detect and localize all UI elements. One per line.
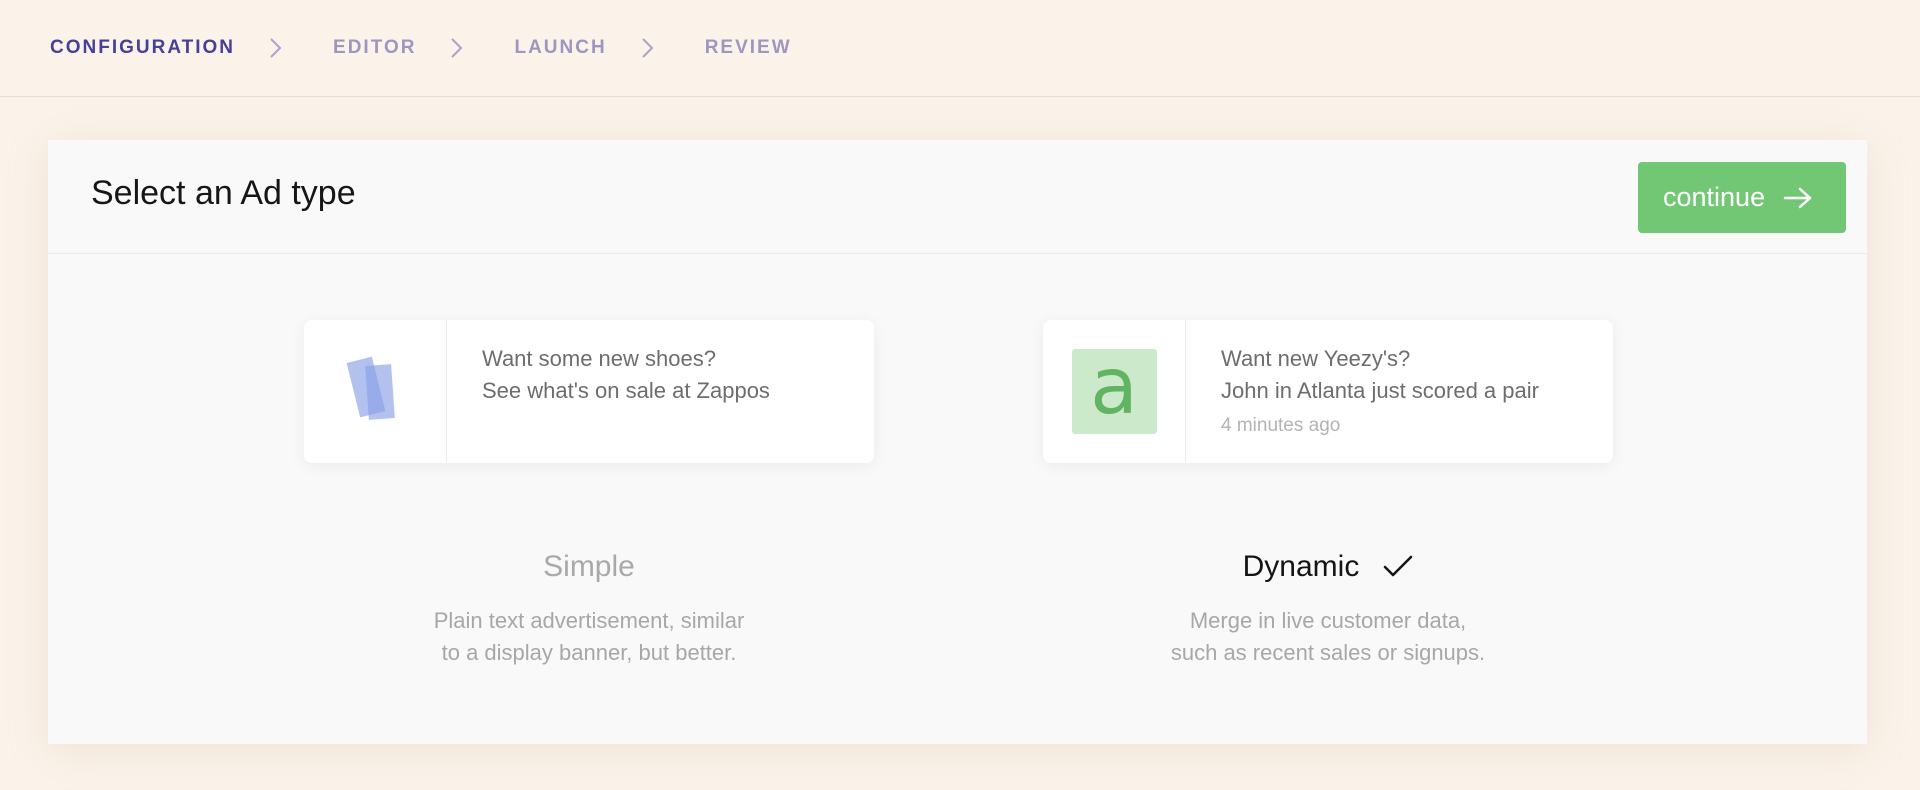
ad-preview-line-1: Want some new shoes? xyxy=(482,346,716,371)
page-title: Select an Ad type xyxy=(91,174,356,212)
option-title-label: Simple xyxy=(543,550,635,583)
step-review[interactable]: REVIEW xyxy=(705,37,792,59)
ad-preview-line-1: Want new Yeezy's? xyxy=(1221,346,1411,371)
option-description-line-2: to a display banner, but better. xyxy=(441,640,737,665)
overlapping-rectangles-icon xyxy=(343,353,407,430)
chevron-right-icon xyxy=(259,36,293,60)
arrow-right-icon xyxy=(1783,187,1813,209)
step-configuration[interactable]: CONFIGURATION xyxy=(50,37,235,59)
ad-preview-text-simple: Want some new shoes? See what's on sale … xyxy=(447,320,770,463)
ad-thumb-dynamic: a xyxy=(1043,320,1186,463)
option-title-dynamic: Dynamic xyxy=(1043,549,1613,585)
step-editor[interactable]: EDITOR xyxy=(333,37,416,59)
option-description-line-1: Merge in live customer data, xyxy=(1189,608,1467,633)
ad-option-simple[interactable]: Want some new shoes? See what's on sale … xyxy=(304,320,874,669)
option-title-label: Dynamic xyxy=(1242,550,1360,583)
chevron-right-icon xyxy=(631,36,665,60)
option-description-dynamic: Merge in live customer data, such as rec… xyxy=(1043,605,1613,669)
option-description-simple: Plain text advertisement, similar to a d… xyxy=(304,605,874,669)
ad-preview-card-simple[interactable]: Want some new shoes? See what's on sale … xyxy=(304,320,874,463)
ad-thumb-simple xyxy=(304,320,447,463)
chevron-right-icon xyxy=(440,36,474,60)
continue-button[interactable]: continue xyxy=(1638,162,1846,233)
continue-label: continue xyxy=(1663,182,1766,212)
checkmark-icon xyxy=(1383,555,1413,579)
ad-type-panel: Select an Ad type continue Want some new… xyxy=(48,140,1867,744)
ad-preview-line-2: John in Atlanta just scored a pair xyxy=(1221,378,1539,403)
stepper-bar: CONFIGURATION EDITOR LAUNCH REVIEW xyxy=(0,0,1920,97)
panel-header: Select an Ad type continue xyxy=(48,140,1867,254)
ad-preview-line-2: See what's on sale at Zappos xyxy=(482,378,770,403)
option-description-line-1: Plain text advertisement, similar xyxy=(433,608,745,633)
ad-preview-card-dynamic[interactable]: a Want new Yeezy's? John in Atlanta just… xyxy=(1043,320,1613,463)
option-title-simple: Simple xyxy=(304,549,874,585)
ad-preview-text-dynamic: Want new Yeezy's? John in Atlanta just s… xyxy=(1186,320,1539,463)
ad-preview-timestamp: 4 minutes ago xyxy=(1221,415,1341,436)
step-launch[interactable]: LAUNCH xyxy=(514,37,606,59)
letter-avatar: a xyxy=(1071,345,1157,434)
ad-option-dynamic[interactable]: a Want new Yeezy's? John in Atlanta just… xyxy=(1043,320,1613,669)
option-description-line-2: such as recent sales or signups. xyxy=(1170,640,1486,665)
